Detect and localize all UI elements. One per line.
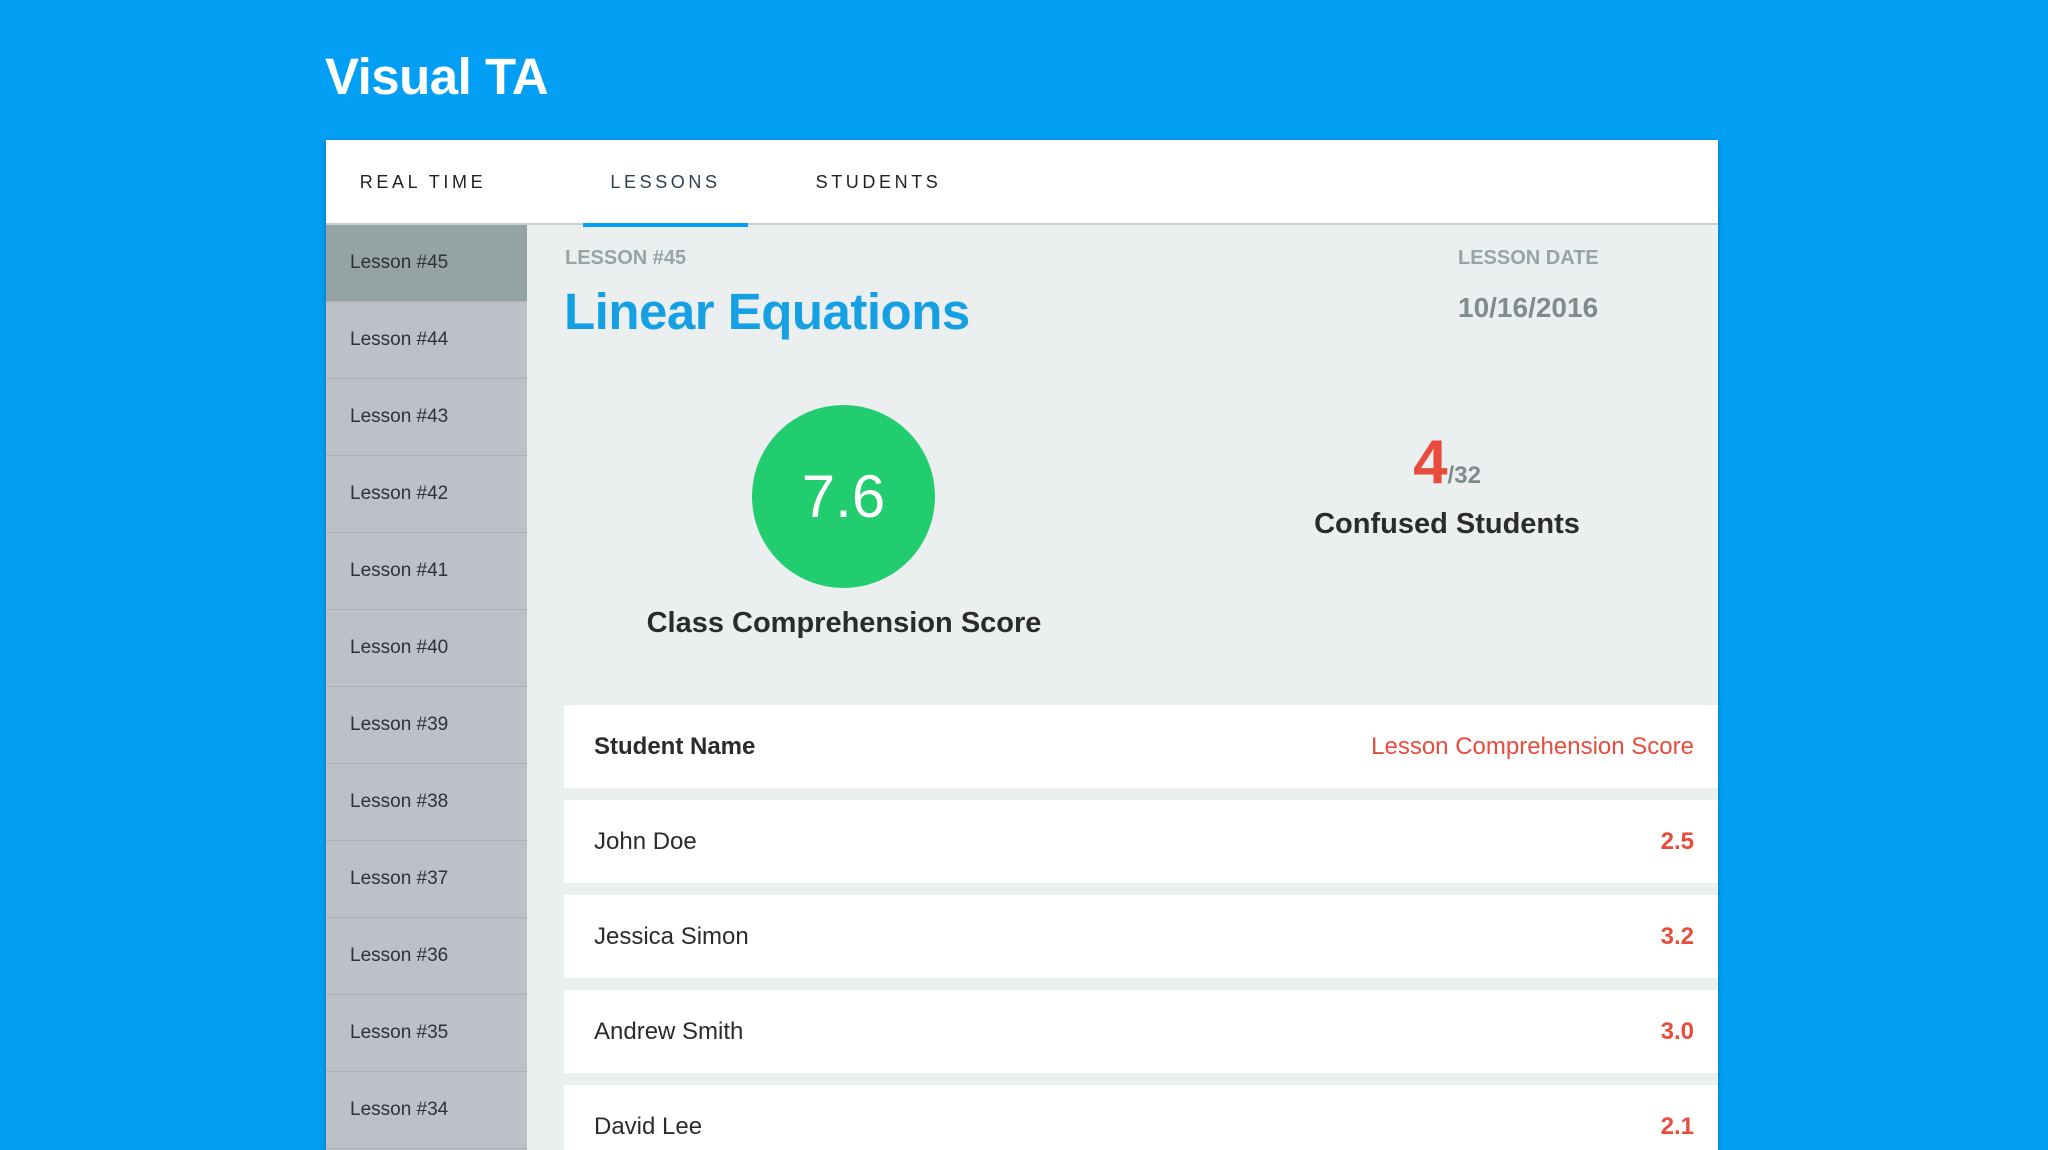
student-score: 3.0 (1660, 1018, 1694, 1045)
sidebar-item-lesson-40[interactable]: Lesson #40 (326, 610, 527, 687)
student-score-table: Student Name Lesson Comprehension Score … (564, 705, 1718, 1150)
tab-label: REAL TIME (359, 172, 487, 192)
sidebar-item-lesson-44[interactable]: Lesson #44 (326, 302, 527, 379)
student-score: 2.1 (1660, 1113, 1694, 1140)
table-header-row: Student Name Lesson Comprehension Score (564, 705, 1718, 788)
student-name: John Doe (594, 828, 697, 855)
column-header-comprehension-score[interactable]: Lesson Comprehension Score (1371, 705, 1694, 788)
tab-label: STUDENTS (815, 172, 942, 192)
tab-students[interactable]: STUDENTS (796, 140, 961, 225)
sidebar-item-lesson-45[interactable]: Lesson #45 (326, 225, 527, 302)
tab-real-time[interactable]: REAL TIME (326, 140, 520, 225)
table-row[interactable]: David Lee 2.1 (564, 1085, 1718, 1150)
app-title: Visual TA (325, 48, 549, 105)
comprehension-score-circle: 7.6 (752, 405, 935, 588)
sidebar-item-lesson-34[interactable]: Lesson #34 (326, 1072, 527, 1149)
lesson-detail: LESSON #45 Linear Equations LESSON DATE … (527, 225, 1718, 1150)
table-row[interactable]: John Doe 2.5 (564, 800, 1718, 883)
lessons-panel: REAL TIME LESSONS STUDENTS Lesson #45 Le… (326, 140, 1718, 1150)
lesson-date: 10/16/2016 (1458, 292, 1599, 323)
sidebar-item-lesson-39[interactable]: Lesson #39 (326, 687, 527, 764)
sidebar-item-lesson-36[interactable]: Lesson #36 (326, 918, 527, 995)
student-score: 3.2 (1660, 923, 1694, 950)
student-score: 2.5 (1660, 828, 1694, 855)
comprehension-score-caption: Class Comprehension Score (646, 607, 1042, 639)
sidebar-item-lesson-43[interactable]: Lesson #43 (326, 379, 527, 456)
confused-students-caption: Confused Students (1314, 508, 1580, 540)
table-row[interactable]: Jessica Simon 3.2 (564, 895, 1718, 978)
lesson-sidebar: Lesson #45 Lesson #44 Lesson #43 Lesson … (326, 225, 527, 1150)
student-name: Andrew Smith (594, 1018, 744, 1045)
sidebar-item-lesson-41[interactable]: Lesson #41 (326, 533, 527, 610)
lesson-date-label: LESSON DATE (1458, 247, 1599, 269)
confused-total: /32 (1447, 462, 1481, 489)
student-name: Jessica Simon (594, 923, 749, 950)
sidebar-item-lesson-35[interactable]: Lesson #35 (326, 995, 527, 1072)
lesson-title: Linear Equations (564, 283, 970, 340)
column-header-student-name[interactable]: Student Name (594, 705, 755, 788)
sidebar-item-lesson-38[interactable]: Lesson #38 (326, 764, 527, 841)
sidebar-item-lesson-37[interactable]: Lesson #37 (326, 841, 527, 918)
table-row[interactable]: Andrew Smith 3.0 (564, 990, 1718, 1073)
lesson-number-label: LESSON #45 (565, 247, 687, 269)
confused-students-stat: 4/32 Confused Students (1292, 430, 1602, 541)
tab-lessons[interactable]: LESSONS (583, 140, 748, 227)
tab-label: LESSONS (610, 172, 721, 192)
sidebar-item-lesson-42[interactable]: Lesson #42 (326, 456, 527, 533)
tab-bar: REAL TIME LESSONS STUDENTS (326, 140, 1718, 227)
student-name: David Lee (594, 1113, 703, 1140)
confused-count: 4 (1413, 428, 1448, 497)
